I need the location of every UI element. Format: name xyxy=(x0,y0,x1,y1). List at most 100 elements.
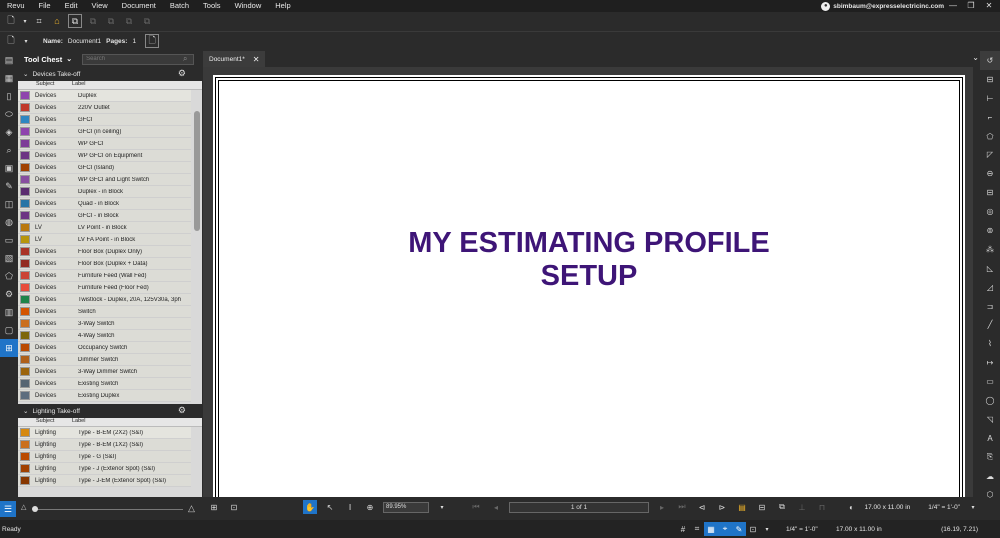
highlight-icon[interactable]: ⌂ xyxy=(50,14,64,28)
list-item[interactable]: Devices Floor Box (Duplex + Data) xyxy=(18,258,191,270)
list-item[interactable]: Devices 3-Way Dimmer Switch xyxy=(18,366,191,378)
document-icon[interactable]: 🗋 xyxy=(4,34,18,48)
list-item[interactable]: Devices Existing Switch xyxy=(18,378,191,390)
grid-icon[interactable]: # xyxy=(676,522,690,536)
menu-view[interactable]: View xyxy=(85,0,115,12)
fit-width-icon[interactable]: ⊟ xyxy=(755,500,769,514)
reuse-icon[interactable]: ✎ xyxy=(732,522,746,536)
list-item[interactable]: Devices Furniture Feed (Floor Fed) xyxy=(18,282,191,294)
sync-icon[interactable]: ⊓ xyxy=(815,500,829,514)
hexagon-icon[interactable]: ⬡ xyxy=(980,485,1000,504)
list-item[interactable]: Devices Existing Duplex xyxy=(18,390,191,402)
zoom-icon[interactable]: ⊕ xyxy=(363,500,377,514)
scrollbar[interactable] xyxy=(194,111,200,231)
select-text-icon[interactable]: Ⅰ xyxy=(343,500,357,514)
settings-icon[interactable]: ⚙ xyxy=(0,285,18,303)
list-item[interactable]: Lighting Type - B-EM (1X2) (S&I) xyxy=(18,439,191,451)
list-item[interactable]: Devices Twistlock - Duplex, 20A, 125V30a,… xyxy=(18,294,191,306)
chevron-down-icon[interactable]: ⌄ xyxy=(23,70,28,78)
pan-hand-icon[interactable]: ✋ xyxy=(303,500,317,514)
polyline-icon[interactable]: ⌇ xyxy=(980,334,1000,353)
markup-icon[interactable]: ✎ xyxy=(0,177,18,195)
measure-icon[interactable]: ▭ xyxy=(0,231,18,249)
chevron-down-icon[interactable]: ▾ xyxy=(966,500,980,514)
overlay-icon[interactable]: ⧉ xyxy=(140,14,154,28)
last-page-icon[interactable]: ⏭ xyxy=(675,500,689,514)
sync-icon[interactable]: ⊡ xyxy=(746,522,760,536)
zoom-level[interactable]: 89.95% xyxy=(383,501,429,513)
scale-display[interactable]: 1/4" = 1'-0" xyxy=(928,504,960,511)
chevron-down-icon[interactable]: ▾ xyxy=(435,500,449,514)
radius-icon[interactable]: ◎ xyxy=(980,202,1000,221)
size-slider[interactable] xyxy=(33,509,183,510)
chevron-down-icon[interactable]: ⌄ xyxy=(23,407,28,415)
list-item[interactable]: Lighting Type - J (Exterior Spot) (S&I) xyxy=(18,463,191,475)
dimension-icon[interactable]: ⊢ xyxy=(980,89,1000,108)
3d-icon[interactable]: ◍ xyxy=(0,213,18,231)
previous-page-icon[interactable]: ◂ xyxy=(489,500,503,514)
restore-icon[interactable]: ❐ xyxy=(962,0,980,12)
compare-icon[interactable]: ⧉ xyxy=(122,14,136,28)
contrast-icon[interactable]: ◐ xyxy=(845,500,859,514)
search-icon[interactable]: ⌕ xyxy=(0,141,18,159)
snap-content-icon[interactable]: ▦ xyxy=(704,522,718,536)
minimize-icon[interactable]: — xyxy=(944,0,962,12)
layers-icon[interactable]: ◈ xyxy=(0,123,18,141)
ellipse-icon[interactable]: ◯ xyxy=(980,391,1000,410)
split-icon[interactable]: ⊥ xyxy=(795,500,809,514)
list-item[interactable]: Devices GFCI xyxy=(18,114,191,126)
snapshot-icon[interactable]: ⧉ xyxy=(68,14,82,28)
pdf-page[interactable]: MY ESTIMATING PROFILE SETUP xyxy=(213,75,965,497)
chevron-down-icon[interactable]: ▾ xyxy=(22,14,28,28)
snapshot-icon[interactable]: ⊡ xyxy=(227,500,241,514)
bookmarks-icon[interactable]: ▯ xyxy=(0,87,18,105)
list-item[interactable]: Devices Quad - in Block xyxy=(18,198,191,210)
select-arrow-icon[interactable]: ↖ xyxy=(323,500,337,514)
tab-document1[interactable]: Document1* ✕ xyxy=(203,51,266,67)
back-icon[interactable]: ⊲ xyxy=(695,500,709,514)
chevron-down-icon[interactable]: ⌄ xyxy=(972,53,979,62)
document-canvas[interactable]: MY ESTIMATING PROFILE SETUP xyxy=(203,67,973,497)
text-box-icon[interactable]: A xyxy=(980,429,1000,448)
fit-page-icon[interactable]: ▤ xyxy=(735,500,749,514)
volume-icon[interactable]: ⊚ xyxy=(980,221,1000,240)
list-item[interactable]: LV LV FA Point - in Block xyxy=(18,234,191,246)
stamp-icon[interactable]: ⎘ xyxy=(980,448,1000,467)
line-icon[interactable]: ╱ xyxy=(980,315,1000,334)
ruler-icon[interactable]: ⊟ xyxy=(980,183,1000,202)
area-icon[interactable]: ◸ xyxy=(980,145,1000,164)
list-item[interactable]: Devices WP GFCI and Light Switch xyxy=(18,174,191,186)
list-item[interactable]: LV LV Point - in Block xyxy=(18,222,191,234)
col-subject[interactable]: Subject xyxy=(18,81,72,89)
col-subject[interactable]: Subject xyxy=(18,418,72,426)
list-item[interactable]: Devices GFCI - in Block xyxy=(18,210,191,222)
list-item[interactable]: Devices Duplex xyxy=(18,90,191,102)
cutout-icon[interactable]: ◺ xyxy=(980,259,1000,278)
grid-icon[interactable]: ▦ xyxy=(0,69,18,87)
menu-edit[interactable]: Edit xyxy=(58,0,85,12)
callout-icon[interactable]: ◹ xyxy=(980,410,1000,429)
slider-handle[interactable] xyxy=(32,506,38,512)
measure-icon[interactable]: ⊖ xyxy=(980,164,1000,183)
chevron-down-icon[interactable]: ▾ xyxy=(760,522,774,536)
new-document-icon[interactable]: 🗋 xyxy=(4,14,18,28)
copy-icon[interactable]: ⧉ xyxy=(86,14,100,28)
list-item[interactable]: Lighting Type - G (S&I) xyxy=(18,451,191,463)
list-item[interactable]: Devices Furniture Feed (Wall Fed) xyxy=(18,270,191,282)
chevron-down-icon[interactable]: ▾ xyxy=(23,34,29,48)
list-item[interactable]: Devices WP GFCI xyxy=(18,138,191,150)
menu-window[interactable]: Window xyxy=(228,0,269,12)
list-item[interactable]: Devices Dimmer Switch xyxy=(18,354,191,366)
page-indicator[interactable]: 1 of 1 xyxy=(509,501,649,513)
map-icon[interactable]: ▥ xyxy=(0,303,18,321)
paste-icon[interactable]: ⧉ xyxy=(104,14,118,28)
gear-icon[interactable]: ⚙ xyxy=(178,405,186,416)
snap-markup-icon[interactable]: ⌖ xyxy=(718,522,732,536)
list-item[interactable]: Lighting Type - J-EM (Exterior Spot) (S&I… xyxy=(18,475,191,487)
arrow-icon[interactable]: ↦ xyxy=(980,353,1000,372)
col-label[interactable]: Label xyxy=(72,81,85,89)
forms-icon[interactable]: ▧ xyxy=(0,249,18,267)
list-item[interactable]: Devices Floor Box (Duplex Only) xyxy=(18,246,191,258)
studio-icon[interactable]: ▣ xyxy=(0,159,18,177)
menu-revu[interactable]: Revu xyxy=(0,0,32,12)
